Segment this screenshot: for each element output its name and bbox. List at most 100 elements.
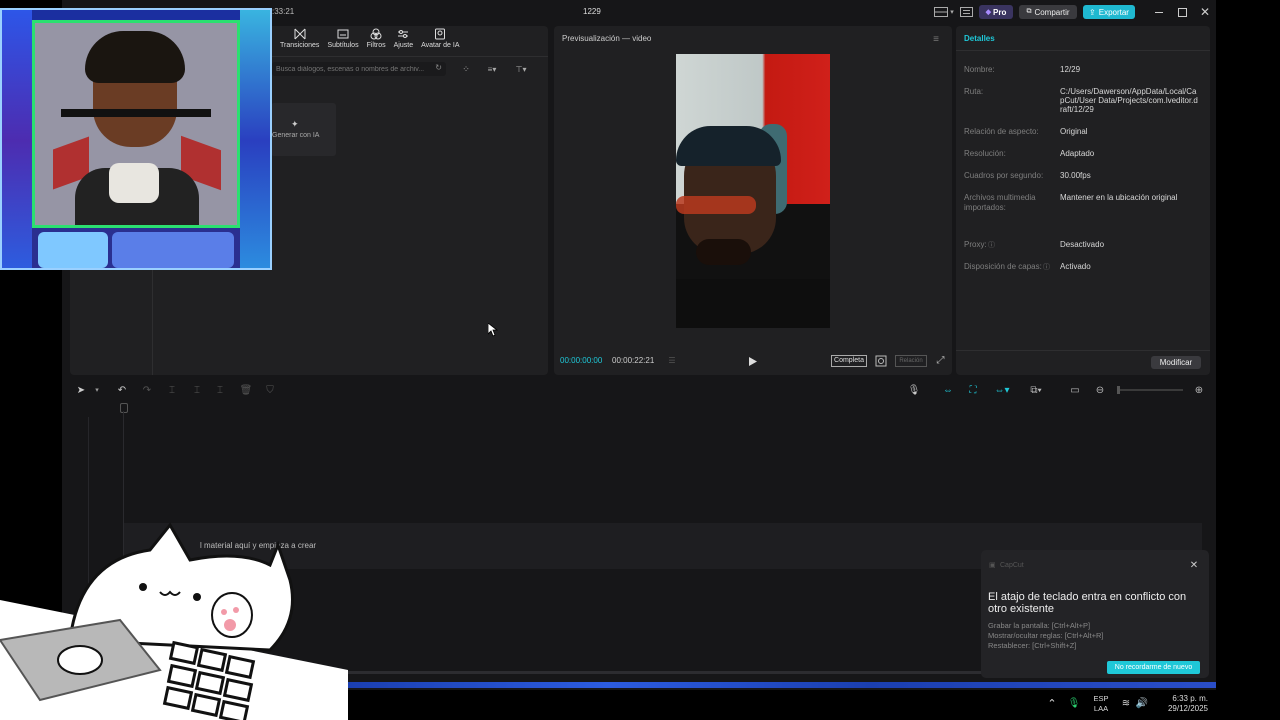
split-right-icon[interactable]: ⌶ [213,383,227,397]
detail-value-name: 12/29 [1060,65,1081,74]
volume-icon[interactable]: 🔊 [1136,696,1148,710]
sort-icon[interactable]: ≡▾ [484,64,500,74]
layout-icon[interactable]: ▾ [933,6,955,18]
search-input[interactable] [276,63,426,75]
zoom-slider[interactable] [1117,386,1183,394]
modify-button[interactable]: Modificar [1151,356,1201,369]
transitions-icon [294,28,306,40]
preview-menu-icon[interactable]: ≡ [930,34,942,45]
clock-date: 29/12/2025 [1167,704,1208,713]
zoom-fit-icon[interactable] [874,354,888,367]
playhead[interactable] [120,403,128,413]
detail-value-proxy: Desactivado [1060,240,1105,249]
clock-time: 6:33 p. m. [1172,694,1208,703]
ai-card-label: Generar con IA [272,132,320,139]
shield-icon[interactable]: ⛉ [263,383,277,397]
ratio-button[interactable]: Relación [895,355,927,367]
group-view-icon[interactable]: ⁘ [460,64,472,74]
current-time: 00:00:00:00 [560,356,603,365]
share-button[interactable]: ⧉ Compartir [1019,5,1077,19]
close-icon[interactable]: ✕ [1198,5,1212,19]
toolbar-filters[interactable]: Filtros [367,28,386,49]
complete-button[interactable]: Completa [831,355,867,367]
bongo-cat-overlay [0,520,348,720]
minimize-icon[interactable] [1152,6,1166,18]
details-panel: Detalles Nombre: 12/29 Ruta: C:/Users/Da… [956,26,1210,375]
search-bar[interactable]: ↻ [272,62,446,76]
detail-value-path: C:/Users/Dawerson/AppData/Local/CapCut/U… [1060,87,1198,114]
toast-app-name: CapCut [1000,562,1024,569]
select-tool-icon[interactable]: ➤ [74,383,88,397]
detail-label-path: Ruta: [964,87,984,96]
taskbar-highlight-strip [348,682,1216,688]
video-frame[interactable] [676,54,830,328]
language-indicator[interactable]: ESP LAA [1092,694,1110,714]
toast-line-reset: Restablecer: [Ctrl+Shift+Z] [988,641,1077,650]
subtitle-track-icon[interactable]: ▭ [1068,383,1082,397]
refresh-icon[interactable]: ↻ [435,63,442,72]
toast-title: El atajo de teclado entra en conflicto c… [988,591,1187,615]
diamond-icon: ◆ [985,9,992,16]
preview-axis-icon[interactable]: ⧉▾ [1024,383,1048,397]
toolbar-subtitles[interactable]: Subtítulos [327,28,359,49]
detail-value-aspect: Original [1060,127,1088,136]
details-title: Detalles [964,34,995,43]
microphone-icon[interactable]: 🎙 [907,383,921,397]
redo-icon[interactable]: ↷ [140,383,154,397]
zoom-in-icon[interactable]: ⊕ [1192,383,1206,397]
mouse-cursor-icon [487,322,499,337]
split-left-icon[interactable]: ⌶ [190,383,204,397]
tray-chevron-icon[interactable]: ⌃ [1046,696,1058,710]
filter-icon[interactable]: ⊤▾ [512,64,530,74]
detail-label-aspect: Relación de aspecto: [964,127,1039,136]
detail-label-imported: Archivos multimedia importados: [964,193,1036,212]
pro-button[interactable]: ◆ Pro [979,5,1013,19]
tray-microphone-icon[interactable]: 🎙 [1068,696,1081,710]
taskbar: ⌃ 🎙 ESP LAA ≋ 🔊 6:33 p. m. 29/12/2025 [348,682,1216,720]
export-button[interactable]: ⇪ Exportar [1083,5,1135,19]
preview-panel: Previsualización — video ≡ 00:00:00:00 0… [554,26,952,375]
toolbar: Transiciones Subtítulos Filtros Ajuste A… [280,28,460,49]
ai-avatar-icon [435,28,446,40]
generate-ai-card[interactable]: ✦ Generar con IA [271,103,336,156]
detail-value-layers: Activado [1060,262,1091,271]
filters-icon [370,28,382,40]
play-icon[interactable] [746,354,760,368]
shortcut-conflict-toast: ▣ CapCut ✕ El atajo de teclado entra en … [981,550,1209,678]
drawing-canvas[interactable] [32,20,240,228]
subtitles-icon [337,29,349,39]
fullscreen-icon[interactable]: ⤢ [934,354,947,367]
proxy-info-icon[interactable]: ⓘ [988,240,995,250]
zoom-slider-handle[interactable] [1117,386,1120,394]
preview-title: Previsualización — video [562,34,652,43]
toast-line-rulers: Mostrar/ocultar reglas: [Ctrl+Alt+R] [988,631,1104,640]
detail-label-layers: Disposición de capas: [964,262,1042,271]
toast-line-record: Grabar la pantalla: [Ctrl+Alt+P] [988,621,1091,630]
share-icon: ⧉ [1026,8,1032,15]
maximize-icon[interactable] [1175,6,1189,18]
adjust-icon [398,30,409,38]
wifi-icon[interactable]: ≋ [1120,696,1132,710]
dont-remind-button[interactable]: No recordarme de nuevo [1107,661,1200,674]
link-icon[interactable]: ⇔▾ [990,383,1014,397]
toolbar-adjust[interactable]: Ajuste [394,28,413,49]
zoom-out-icon[interactable]: ⊖ [1093,383,1107,397]
keyboard-icon[interactable] [959,6,973,18]
export-icon: ⇪ [1089,7,1096,17]
delete-icon[interactable]: 🗑 [239,383,253,397]
select-chevron-icon[interactable]: ▾ [90,383,104,397]
sparkle-icon: ✦ [291,119,299,129]
timecode-list-icon[interactable]: ☰ [665,355,679,365]
detail-value-imported: Mantener en la ubicación original [1060,193,1178,202]
layers-info-icon[interactable]: ⓘ [1043,262,1050,272]
toolbar-ai-avatar[interactable]: Avatar de IA [421,28,460,49]
undo-icon[interactable]: ↶ [115,383,129,397]
detail-label-proxy: Proxy: [964,240,987,249]
split-icon[interactable]: ⌶ [165,383,179,397]
link-main-icon[interactable]: ⇔ [941,383,955,397]
clock[interactable]: 6:33 p. m. 29/12/2025 [1156,694,1208,714]
drawing-game-overlay [0,8,272,270]
magnet-icon[interactable]: ⛶ [966,383,980,397]
toast-close-icon[interactable]: ✕ [1188,559,1200,571]
toolbar-transitions[interactable]: Transiciones [280,28,319,49]
